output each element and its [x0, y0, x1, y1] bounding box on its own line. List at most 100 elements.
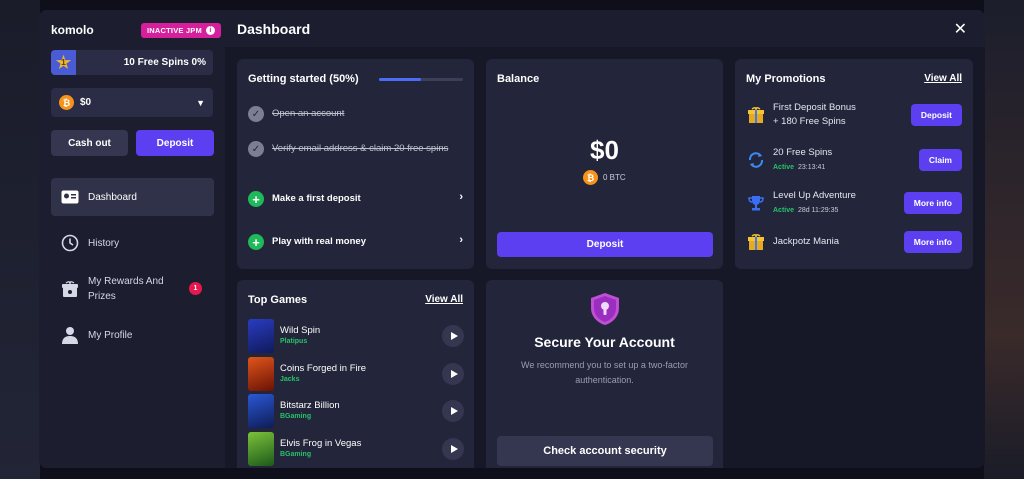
level-progress-bar: 1 10 Free Spins 0% — [51, 50, 213, 75]
gift-icon — [746, 232, 766, 252]
dashboard-icon — [61, 188, 79, 206]
status-label: Active — [773, 207, 795, 214]
secure-account-description: We recommend you to set up a two-factor … — [521, 360, 688, 385]
play-icon[interactable] — [442, 325, 464, 347]
chevron-right-icon: › — [459, 191, 463, 203]
header: Dashboard ✕ — [225, 10, 985, 47]
star-icon: 1 — [55, 54, 72, 70]
game-thumbnail[interactable] — [248, 357, 274, 391]
progress-fill — [379, 78, 421, 81]
balance-btc-value: 0 BTC — [603, 173, 626, 182]
sidebar-item-label: My Rewards And Prizes — [88, 276, 164, 302]
trophy-icon — [746, 193, 766, 213]
chevron-right-icon: › — [459, 234, 463, 246]
info-icon[interactable]: i — [205, 26, 215, 35]
promotion-item: First Deposit Bonus + 180 Free Spins Dep… — [746, 101, 962, 129]
secure-account-title: Secure Your Account — [534, 334, 675, 350]
top-games-title: Top Games — [248, 294, 308, 306]
game-info: Elvis Frog in Vegas BGaming — [280, 438, 361, 460]
game-info: Wild Spin Platipus — [280, 325, 320, 347]
play-icon[interactable] — [442, 363, 464, 385]
game-name: Elvis Frog in Vegas — [280, 438, 362, 449]
wallet-selector[interactable]: ₿ $0 ▼ — [51, 88, 213, 117]
checklist-label: Open an account — [272, 108, 345, 119]
plus-icon: + — [248, 234, 264, 250]
game-provider: Platipus — [280, 338, 308, 345]
getting-started-progress — [379, 78, 463, 81]
checklist-item-deposit[interactable]: + Make a first deposit › — [248, 191, 463, 207]
page-title: Dashboard — [237, 21, 311, 37]
secure-account-card: Secure Your Account We recommend you to … — [486, 280, 723, 468]
promotion-text: 20 Free Spins Active 23:13:41 — [773, 146, 832, 174]
balance-title: Balance — [497, 73, 540, 85]
game-name: Coins Forged in Fire — [280, 363, 367, 374]
balance-deposit-button[interactable]: Deposit — [497, 232, 713, 257]
sidebar-item-history[interactable]: History — [51, 224, 214, 262]
check-icon: ✓ — [248, 141, 264, 157]
game-info: Coins Forged in Fire Jacks — [280, 363, 366, 385]
sidebar-item-profile[interactable]: My Profile — [51, 316, 214, 354]
game-info: Bitstarz Billion BGaming — [280, 400, 340, 422]
game-row[interactable]: Coins Forged in Fire Jacks — [248, 357, 464, 391]
promotions-view-all-link[interactable]: View All — [924, 73, 962, 84]
main-content: Getting started (50%) ✓ Open an account … — [225, 47, 985, 468]
promotion-deposit-button[interactable]: Deposit — [910, 104, 962, 126]
promotion-name: Jackpotz Mania — [773, 236, 840, 247]
sidebar-item-dashboard[interactable]: Dashboard — [51, 178, 214, 216]
game-thumbnail[interactable] — [248, 319, 274, 353]
game-name: Bitstarz Billion — [280, 400, 340, 411]
promotion-status: Active 28d 11:29:35 — [773, 207, 838, 214]
close-icon[interactable]: ✕ — [954, 19, 967, 39]
promotion-timer: 23:13:41 — [798, 164, 826, 171]
promotion-status: Active 23:13:41 — [773, 164, 825, 171]
sidebar-item-rewards[interactable]: My Rewards And Prizes 1 — [51, 270, 214, 308]
dashboard-modal: komolo INACTIVE JPM i 1 10 Free Spins 0%… — [39, 10, 985, 468]
sidebar-item-label: Dashboard — [88, 191, 137, 203]
promotions-card: My Promotions View All First Deposit Bon… — [735, 59, 973, 269]
gift-icon — [746, 105, 766, 125]
game-row[interactable]: Elvis Frog in Vegas BGaming — [248, 432, 464, 466]
promotion-name: 20 Free Spins — [773, 147, 833, 158]
check-icon: ✓ — [248, 106, 264, 122]
play-icon[interactable] — [442, 438, 464, 460]
play-icon[interactable] — [442, 400, 464, 422]
game-thumbnail[interactable] — [248, 394, 274, 428]
sidebar-item-label: My Profile — [88, 329, 133, 341]
top-games-view-all-link[interactable]: View All — [425, 294, 463, 305]
check-account-security-button[interactable]: Check account security — [497, 436, 713, 466]
promotion-text: Jackpotz Mania — [773, 235, 839, 249]
checklist-item: ✓ Verify email address & claim 20 free s… — [248, 141, 463, 157]
promotion-name: Level Up Adventure — [773, 190, 856, 201]
promotion-name: First Deposit Bonus — [773, 102, 856, 113]
jpm-status-badge[interactable]: INACTIVE JPM i — [141, 23, 221, 38]
game-row[interactable]: Wild Spin Platipus — [248, 319, 464, 353]
promotion-claim-button[interactable]: Claim — [918, 149, 962, 171]
user-icon — [61, 326, 79, 344]
promotion-item: Jackpotz Mania More info — [746, 231, 962, 253]
balance-card: Balance $0 ₿ 0 BTC Deposit — [486, 59, 723, 269]
game-thumbnail[interactable] — [248, 432, 274, 466]
game-name: Wild Spin — [280, 325, 321, 336]
getting-started-card: Getting started (50%) ✓ Open an account … — [237, 59, 474, 269]
jpm-badge-label: INACTIVE JPM — [147, 26, 202, 35]
sidebar-item-label: History — [88, 237, 120, 249]
bitcoin-icon: ₿ — [583, 170, 598, 185]
checklist-label: Make a first deposit — [272, 193, 361, 204]
shield-lock-icon — [591, 293, 619, 325]
checklist-label: Play with real money — [272, 236, 366, 247]
level-badge: 1 — [51, 50, 76, 75]
cash-out-button[interactable]: Cash out — [51, 130, 128, 156]
background-left — [0, 0, 40, 479]
balance-amount: $0 — [590, 135, 619, 165]
deposit-button[interactable]: Deposit — [136, 130, 214, 156]
bitcoin-icon: ₿ — [59, 95, 74, 110]
promotion-more-info-button[interactable]: More info — [903, 192, 962, 214]
game-row[interactable]: Bitstarz Billion BGaming — [248, 394, 464, 428]
wallet-amount: $0 — [80, 97, 92, 108]
status-label: Active — [773, 164, 795, 171]
promotion-more-info-button[interactable]: More info — [903, 231, 962, 253]
brand-name: komolo — [51, 23, 94, 37]
promotion-text: First Deposit Bonus + 180 Free Spins — [773, 101, 856, 129]
promotion-item: Level Up Adventure Active 28d 11:29:35 Mo… — [746, 189, 962, 217]
checklist-item-play[interactable]: + Play with real money › — [248, 234, 463, 250]
